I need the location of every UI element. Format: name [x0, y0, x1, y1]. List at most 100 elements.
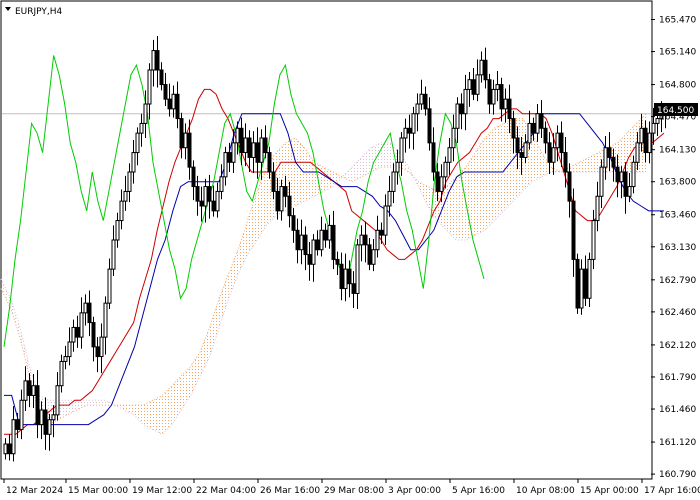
candle-bull [475, 74, 480, 95]
candle-bull [627, 186, 632, 197]
y-tick-label: 163.800 [659, 178, 696, 188]
candle-bull [327, 224, 332, 241]
candle-bull [143, 103, 148, 124]
kumo-segment [579, 157, 590, 172]
kumo-segment [219, 274, 229, 328]
candle-bull [495, 84, 500, 90]
candle-bull [399, 137, 404, 163]
candle-bear [159, 69, 164, 86]
kumo-segment [95, 400, 106, 406]
candle-bear [287, 195, 292, 217]
candle-bull [231, 142, 236, 163]
kumo-segment [228, 249, 239, 299]
candle-bear [239, 127, 244, 154]
x-tick-label: 29 Mar 08:00 [324, 486, 384, 496]
candle-bear [187, 132, 192, 168]
x-tick-label: 19 Mar 12:00 [132, 486, 192, 496]
candle-bear [335, 258, 340, 265]
symbol-label: EURJPY,H4 [15, 7, 63, 17]
triangle-down-icon[interactable] [5, 7, 11, 11]
chart-header[interactable]: EURJPY,H4 [5, 7, 63, 17]
candle-bull [447, 147, 452, 163]
candle-bull [391, 171, 396, 192]
candle-bear [307, 254, 312, 265]
candle-bear [275, 190, 280, 212]
candle-bull [55, 385, 60, 416]
candle-bear [155, 50, 160, 71]
candle-bull [259, 137, 264, 163]
y-tick-label: 161.120 [659, 438, 696, 448]
y-tick-label: 164.130 [659, 146, 696, 156]
candle-bull [311, 239, 316, 265]
candle-bear [511, 118, 516, 139]
candle-bear [507, 98, 512, 120]
candle-bull [99, 336, 104, 358]
candle-bear [611, 156, 616, 168]
candle-bear [623, 171, 628, 197]
x-tick-label: 5 Apr 16:00 [452, 486, 505, 496]
candle-bear [255, 142, 260, 163]
candle-bear [363, 234, 368, 246]
y-tick-label: 165.140 [659, 48, 696, 58]
kumo-segment [181, 366, 191, 410]
candle-bear [431, 142, 436, 173]
y-tick-label: 162.120 [659, 341, 696, 351]
candle-bull [503, 98, 508, 110]
candle-bull [67, 341, 72, 358]
candle-bull [103, 302, 108, 338]
candle-bear [571, 200, 576, 260]
kumo-segment [238, 220, 248, 274]
candle-bull [463, 88, 468, 115]
candle-bull [395, 161, 400, 173]
candle-bull [219, 176, 224, 192]
chart-canvas[interactable]: 165.470165.140164.800164.470164.130163.8… [0, 0, 700, 500]
x-tick-label: 10 Apr 08:00 [516, 486, 575, 496]
candle-bear [35, 385, 40, 426]
y-tick-label: 165.470 [659, 15, 696, 25]
candle-bear [339, 263, 344, 290]
y-tick-label: 161.460 [659, 405, 696, 415]
candle-bull [595, 195, 600, 222]
candle-bull [443, 161, 448, 178]
y-tick-label: 163.130 [659, 243, 696, 253]
candle-bear [91, 322, 96, 348]
candle-bull [19, 399, 24, 430]
candle-bull [527, 122, 532, 144]
candle-bull [591, 220, 596, 260]
kumo-segment [152, 395, 163, 435]
kumo-segment [124, 405, 134, 415]
candle-bear [75, 326, 80, 338]
candle-bear [543, 127, 548, 144]
candle-bull [619, 171, 624, 183]
y-tick-label: 162.460 [659, 308, 696, 318]
candle-bull [439, 176, 444, 192]
candle-bull [183, 132, 188, 149]
candle-bull [371, 249, 376, 265]
candle-bull [147, 69, 152, 105]
candle-bull [359, 234, 364, 246]
candle-bull [551, 147, 556, 163]
candle-bull [171, 93, 176, 110]
kumo-segment [190, 351, 201, 396]
candle-bull [71, 326, 76, 343]
kumo-segment [570, 162, 580, 172]
kumo-segment [200, 327, 210, 376]
x-tick-label: 15 Apr 00:00 [580, 486, 639, 496]
candle-bear [539, 113, 544, 129]
candle-bull [119, 200, 124, 222]
candle-bull [343, 268, 348, 290]
candles [3, 36, 668, 462]
candle-bull [639, 127, 644, 144]
candle-bull [279, 186, 284, 212]
candle-bear [499, 84, 504, 110]
candle-bull [51, 414, 56, 421]
x-tick-label: 3 Apr 00:00 [388, 486, 441, 496]
candle-bear [315, 239, 320, 251]
candle-bull [3, 443, 8, 455]
candle-bull [107, 268, 112, 304]
candle-bear [199, 200, 204, 207]
candle-bear [427, 108, 432, 144]
ichimoku-chart[interactable]: 165.470 165.140 164.800 164.470 164.130 163.8… [0, 0, 700, 500]
candle-bear [515, 137, 520, 154]
candle-bear [435, 171, 440, 192]
